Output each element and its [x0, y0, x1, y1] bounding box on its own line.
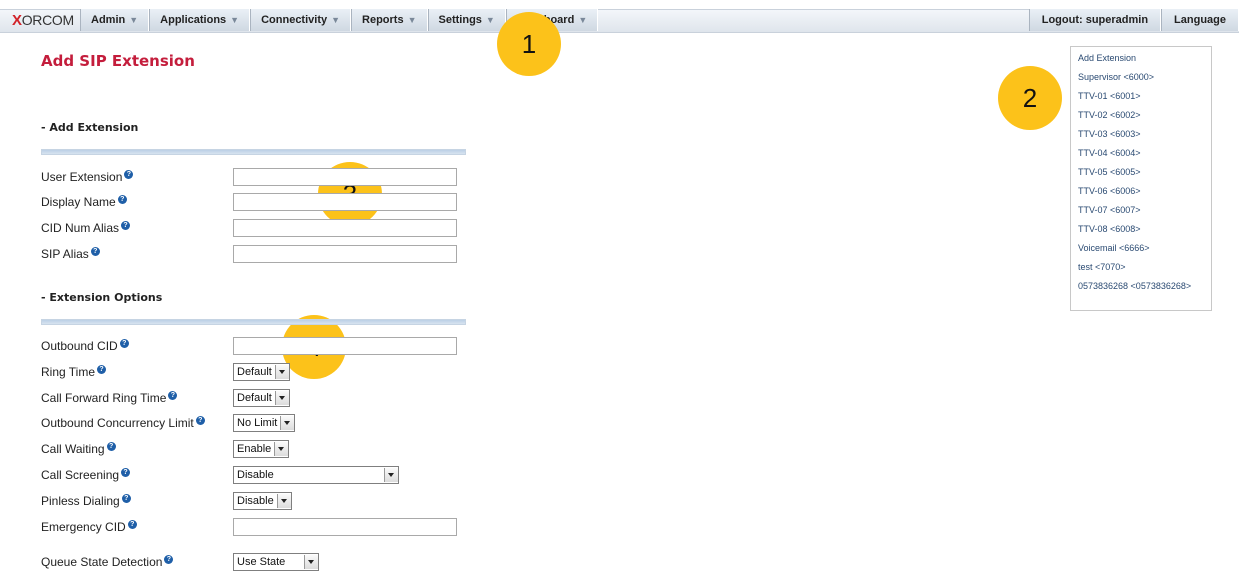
help-icon[interactable]: ? — [124, 170, 134, 179]
extension-list: Add Extension Supervisor <6000> TTV-01 <… — [1070, 46, 1212, 311]
dropdown-arrow-icon[interactable] — [384, 468, 398, 482]
label-queue-state-detection: Queue State Detection? — [41, 555, 233, 569]
row-user-extension: User Extension? — [41, 167, 457, 187]
ext-item[interactable]: Supervisor <6000> — [1078, 72, 1154, 82]
ext-item[interactable]: Voicemail <6666> — [1078, 243, 1150, 253]
chevron-down-icon: ▼ — [331, 15, 341, 25]
marker-2: 2 — [998, 66, 1062, 130]
row-display-name: Display Name? — [41, 192, 457, 212]
call-screening-select[interactable]: Disable — [233, 466, 399, 484]
row-emergency-cid: Emergency CID? — [41, 517, 457, 537]
help-icon[interactable]: ? — [90, 247, 100, 256]
ext-item[interactable]: TTV-06 <6006> — [1078, 186, 1141, 196]
dropdown-arrow-icon[interactable] — [280, 416, 295, 430]
dropdown-arrow-icon[interactable] — [274, 391, 289, 405]
section-divider — [41, 149, 466, 155]
ext-item[interactable]: TTV-07 <6007> — [1078, 205, 1141, 215]
section-extension-options: - Extension Options — [41, 291, 163, 304]
queue-state-detection-select[interactable]: Use State — [233, 553, 319, 571]
label-call-waiting: Call Waiting? — [41, 442, 233, 456]
label-cid-num-alias: CID Num Alias? — [41, 221, 233, 235]
ext-item[interactable]: 0573836268 <0573836268> — [1078, 281, 1191, 291]
ext-add-extension[interactable]: Add Extension — [1078, 53, 1136, 63]
ext-item[interactable]: TTV-03 <6003> — [1078, 129, 1141, 139]
row-call-screening: Call Screening? Disable — [41, 465, 399, 485]
section-divider — [41, 319, 466, 325]
menu-reports[interactable]: Reports ▼ — [351, 9, 428, 31]
row-pinless-dialing: Pinless Dialing? Disable — [41, 491, 292, 511]
menu-settings[interactable]: Settings ▼ — [427, 9, 506, 31]
label-ring-time: Ring Time? — [41, 365, 233, 379]
chevron-down-icon: ▼ — [129, 15, 139, 25]
marker-1: 1 — [497, 12, 561, 76]
dropdown-arrow-icon[interactable] — [274, 442, 289, 456]
dropdown-arrow-icon[interactable] — [304, 555, 318, 569]
page-title: Add SIP Extension — [41, 52, 195, 70]
row-call-waiting: Call Waiting? Enable — [41, 439, 290, 459]
emergency-cid-input[interactable] — [233, 518, 457, 536]
row-ring-time: Ring Time? Default — [41, 362, 290, 382]
help-icon[interactable]: ? — [121, 494, 131, 503]
pinless-dialing-select[interactable]: Disable — [233, 492, 292, 510]
ext-item[interactable]: TTV-08 <6008> — [1078, 224, 1141, 234]
logo-text: ORCOM — [21, 12, 74, 28]
dropdown-arrow-icon[interactable] — [276, 494, 291, 508]
row-outbound-cid: Outbound CID? — [41, 336, 457, 356]
help-icon[interactable]: ? — [195, 416, 205, 425]
label-sip-alias: SIP Alias? — [41, 247, 233, 261]
ext-item[interactable]: TTV-05 <6005> — [1078, 167, 1141, 177]
ext-item[interactable]: TTV-04 <6004> — [1078, 148, 1141, 158]
dropdown-arrow-icon[interactable] — [274, 365, 289, 379]
help-icon[interactable]: ? — [119, 339, 129, 348]
label-emergency-cid: Emergency CID? — [41, 520, 233, 534]
cid-num-alias-input[interactable] — [233, 219, 457, 237]
row-sip-alias: SIP Alias? — [41, 244, 457, 264]
label-user-extension: User Extension? — [41, 170, 233, 184]
ext-item[interactable]: TTV-02 <6002> — [1078, 110, 1141, 120]
menu-applications[interactable]: Applications ▼ — [149, 9, 251, 31]
label-outbound-cid: Outbound CID? — [41, 339, 233, 353]
top-bar: XORCOM Admin ▼ Applications ▼ Connectivity… — [0, 0, 1239, 38]
chevron-down-icon: ▼ — [230, 15, 240, 25]
help-icon[interactable]: ? — [127, 520, 137, 529]
help-icon[interactable]: ? — [168, 391, 178, 400]
help-icon[interactable]: ? — [164, 555, 174, 564]
label-outbound-concurrency-limit: Outbound Concurrency Limit? — [41, 416, 233, 430]
user-extension-input[interactable] — [233, 168, 457, 186]
row-cid-num-alias: CID Num Alias? — [41, 218, 457, 238]
xorcom-logo[interactable]: XORCOM — [12, 12, 74, 29]
row-outbound-concurrency-limit: Outbound Concurrency Limit? No Limit — [41, 413, 296, 433]
label-display-name: Display Name? — [41, 195, 233, 209]
label-pinless-dialing: Pinless Dialing? — [41, 494, 233, 508]
help-icon[interactable]: ? — [121, 468, 131, 477]
right-menu: Logout: superadmin Language — [1028, 9, 1239, 31]
label-call-screening: Call Screening? — [41, 468, 233, 482]
help-icon[interactable]: ? — [106, 442, 116, 451]
display-name-input[interactable] — [233, 193, 457, 211]
label-call-forward-ring-time: Call Forward Ring Time? — [41, 391, 233, 405]
menu-admin[interactable]: Admin ▼ — [80, 9, 150, 31]
ring-time-select[interactable]: Default — [233, 363, 290, 381]
language-button[interactable]: Language — [1161, 9, 1239, 31]
row-queue-state-detection: Queue State Detection? Use State — [41, 552, 319, 572]
logout-button[interactable]: Logout: superadmin — [1028, 9, 1162, 31]
call-forward-ring-time-select[interactable]: Default — [233, 389, 290, 407]
section-add-extension: - Add Extension — [41, 121, 139, 134]
ext-item[interactable]: test <7070> — [1078, 262, 1126, 272]
menu-connectivity[interactable]: Connectivity ▼ — [250, 9, 352, 31]
row-call-forward-ring-time: Call Forward Ring Time? Default — [41, 388, 290, 408]
help-icon[interactable]: ? — [121, 221, 131, 230]
sip-alias-input[interactable] — [233, 245, 457, 263]
outbound-concurrency-limit-select[interactable]: No Limit — [233, 414, 296, 432]
ext-item[interactable]: TTV-01 <6001> — [1078, 91, 1141, 101]
chevron-down-icon: ▼ — [578, 15, 588, 25]
call-waiting-select[interactable]: Enable — [233, 440, 290, 458]
help-icon[interactable]: ? — [97, 365, 107, 374]
chevron-down-icon: ▼ — [485, 15, 495, 25]
help-icon[interactable]: ? — [117, 195, 127, 204]
chevron-down-icon: ▼ — [407, 15, 417, 25]
outbound-cid-input[interactable] — [233, 337, 457, 355]
